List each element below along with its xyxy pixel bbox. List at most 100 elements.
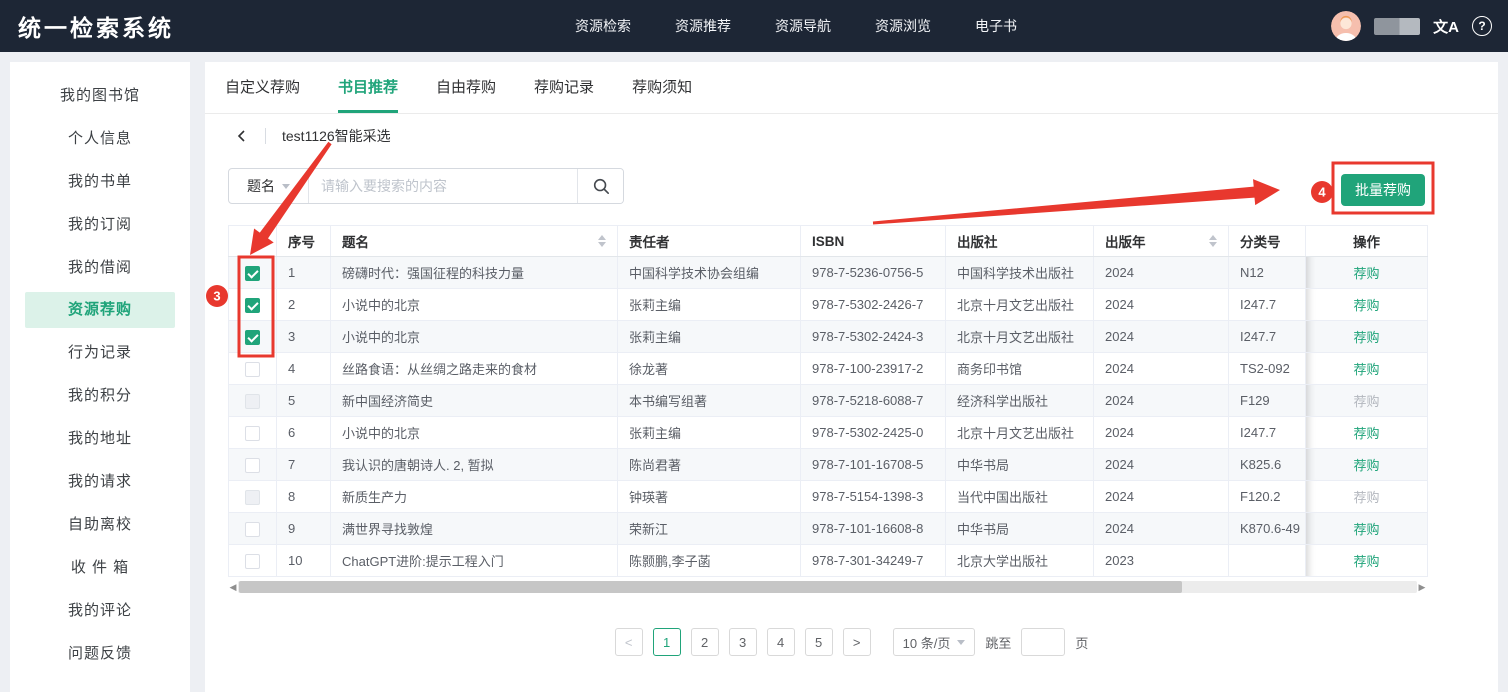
jump-page-input[interactable] (1021, 628, 1065, 656)
sidebar-item[interactable]: 自助离校 (10, 503, 190, 546)
row-checkbox[interactable] (245, 362, 260, 377)
row-checkbox[interactable] (245, 426, 260, 441)
back-button[interactable] (235, 129, 249, 143)
tab[interactable]: 自由荐购 (436, 62, 496, 113)
cell-title: 小说中的北京 (331, 417, 618, 449)
page-size-select[interactable]: 10 条/页 (893, 628, 976, 656)
top-nav-item[interactable]: 电子书 (975, 16, 1017, 36)
recommend-link[interactable]: 荐购 (1353, 266, 1379, 281)
row-checkbox[interactable] (245, 330, 260, 345)
tab[interactable]: 自定义荐购 (225, 62, 300, 113)
recommend-link[interactable]: 荐购 (1353, 426, 1379, 441)
search-input[interactable] (309, 169, 577, 203)
cell-publisher: 北京十月文艺出版社 (946, 321, 1094, 353)
page-button-5[interactable]: 5 (805, 628, 833, 656)
sidebar-item[interactable]: 个人信息 (10, 117, 190, 160)
cell-title: 新质生产力 (331, 481, 618, 513)
sidebar-item[interactable]: 我的图书馆 (10, 74, 190, 117)
recommend-link[interactable]: 荐购 (1353, 362, 1379, 377)
recommend-link[interactable]: 荐购 (1353, 330, 1379, 345)
batch-recommend-button[interactable]: 批量荐购 (1341, 174, 1425, 206)
sidebar-item[interactable]: 我的请求 (10, 460, 190, 503)
jump-unit-label: 页 (1075, 633, 1088, 652)
next-page-button[interactable]: > (843, 628, 871, 656)
sort-icon[interactable] (1209, 231, 1217, 251)
top-nav-item[interactable]: 资源检索 (575, 16, 631, 36)
scroll-right-arrow-icon[interactable]: ▶ (1417, 582, 1427, 593)
search-button[interactable] (577, 169, 623, 203)
row-checkbox[interactable] (245, 458, 260, 473)
prev-page-button: < (615, 628, 643, 656)
top-nav-item[interactable]: 资源推荐 (675, 16, 731, 36)
table-row: 1磅礴时代：强国征程的科技力量中国科学技术协会组编978-7-5236-0756… (229, 257, 1428, 289)
scrollbar-thumb[interactable] (239, 581, 1182, 593)
sidebar-item[interactable]: 我的地址 (10, 417, 190, 460)
cell-class-no: K825.6 (1229, 449, 1306, 481)
sidebar-item[interactable]: 我的借阅 (10, 246, 190, 289)
sidebar-item[interactable]: 问题反馈 (10, 632, 190, 675)
col-header-title[interactable]: 题名 (331, 226, 618, 257)
recommend-link[interactable]: 荐购 (1353, 522, 1379, 537)
cell-title: 小说中的北京 (331, 321, 618, 353)
top-nav-item[interactable]: 资源浏览 (875, 16, 931, 36)
col-label: ISBN (812, 234, 844, 249)
tab[interactable]: 书目推荐 (338, 62, 398, 113)
cell-class-no: N12 (1229, 257, 1306, 289)
cell-year: 2024 (1094, 385, 1229, 417)
page-button-3[interactable]: 3 (729, 628, 757, 656)
page-button-4[interactable]: 4 (767, 628, 795, 656)
col-label: 责任者 (629, 231, 670, 251)
row-checkbox[interactable] (245, 266, 260, 281)
chevron-down-icon (957, 640, 965, 649)
tab[interactable]: 荐购须知 (632, 62, 692, 113)
help-icon[interactable]: ? (1472, 16, 1492, 36)
col-label: 序号 (288, 231, 315, 251)
page-button-2[interactable]: 2 (691, 628, 719, 656)
language-icon[interactable]: 文A (1433, 16, 1459, 37)
scrollbar-track[interactable] (238, 581, 1417, 593)
sort-asc-icon (598, 231, 606, 240)
cell-title: 小说中的北京 (331, 289, 618, 321)
col-header-isbn: ISBN (801, 226, 946, 257)
cell-author: 陈颢鹏,李子菡 (618, 545, 801, 577)
sidebar-item[interactable]: 资源荐购 (25, 292, 175, 328)
scroll-left-arrow-icon[interactable]: ◀ (228, 582, 238, 593)
sidebar-item[interactable]: 我的书单 (10, 160, 190, 203)
row-checkbox[interactable] (245, 298, 260, 313)
tab[interactable]: 荐购记录 (534, 62, 594, 113)
row-checkbox[interactable] (245, 522, 260, 537)
col-header-no: 序号 (277, 226, 331, 257)
cell-no: 10 (277, 545, 331, 577)
cell-isbn: 978-7-101-16708-5 (801, 449, 946, 481)
horizontal-scrollbar[interactable]: ◀ ▶ (228, 580, 1427, 594)
chevron-down-icon (282, 184, 290, 193)
cell-publisher: 商务印书馆 (946, 353, 1094, 385)
main-panel: 自定义荐购书目推荐自由荐购荐购记录荐购须知 test1126智能采选 题名 批 (205, 62, 1498, 692)
row-checkbox[interactable] (245, 554, 260, 569)
cell-no: 9 (277, 513, 331, 545)
sidebar-item[interactable]: 我的积分 (10, 374, 190, 417)
sidebar-item[interactable]: 行为记录 (10, 331, 190, 374)
recommend-link[interactable]: 荐购 (1353, 554, 1379, 569)
cell-author: 张莉主编 (618, 321, 801, 353)
sort-desc-icon (598, 242, 606, 251)
sidebar-item[interactable]: 我的评论 (10, 589, 190, 632)
username-masked (1374, 18, 1420, 35)
col-header-year[interactable]: 出版年 (1094, 226, 1229, 257)
cell-class-no: I247.7 (1229, 417, 1306, 449)
cell-class-no (1229, 545, 1306, 577)
table-row: 3小说中的北京张莉主编978-7-5302-2424-3北京十月文艺出版社202… (229, 321, 1428, 353)
sidebar-item[interactable]: 我的订阅 (10, 203, 190, 246)
tab-bar: 自定义荐购书目推荐自由荐购荐购记录荐购须知 (205, 62, 1498, 114)
recommend-link[interactable]: 荐购 (1353, 298, 1379, 313)
list-title: test1126智能采选 (282, 126, 391, 146)
top-nav-item[interactable]: 资源导航 (775, 16, 831, 36)
avatar[interactable] (1331, 11, 1361, 41)
cell-publisher: 经济科学出版社 (946, 385, 1094, 417)
page-button-1[interactable]: 1 (653, 628, 681, 656)
search-field-select[interactable]: 题名 (229, 169, 309, 203)
cell-title: 丝路食语：从丝绸之路走来的食材 (331, 353, 618, 385)
sidebar-item[interactable]: 收 件 箱 (10, 546, 190, 589)
recommend-link[interactable]: 荐购 (1353, 458, 1379, 473)
sort-icon[interactable] (598, 231, 606, 251)
